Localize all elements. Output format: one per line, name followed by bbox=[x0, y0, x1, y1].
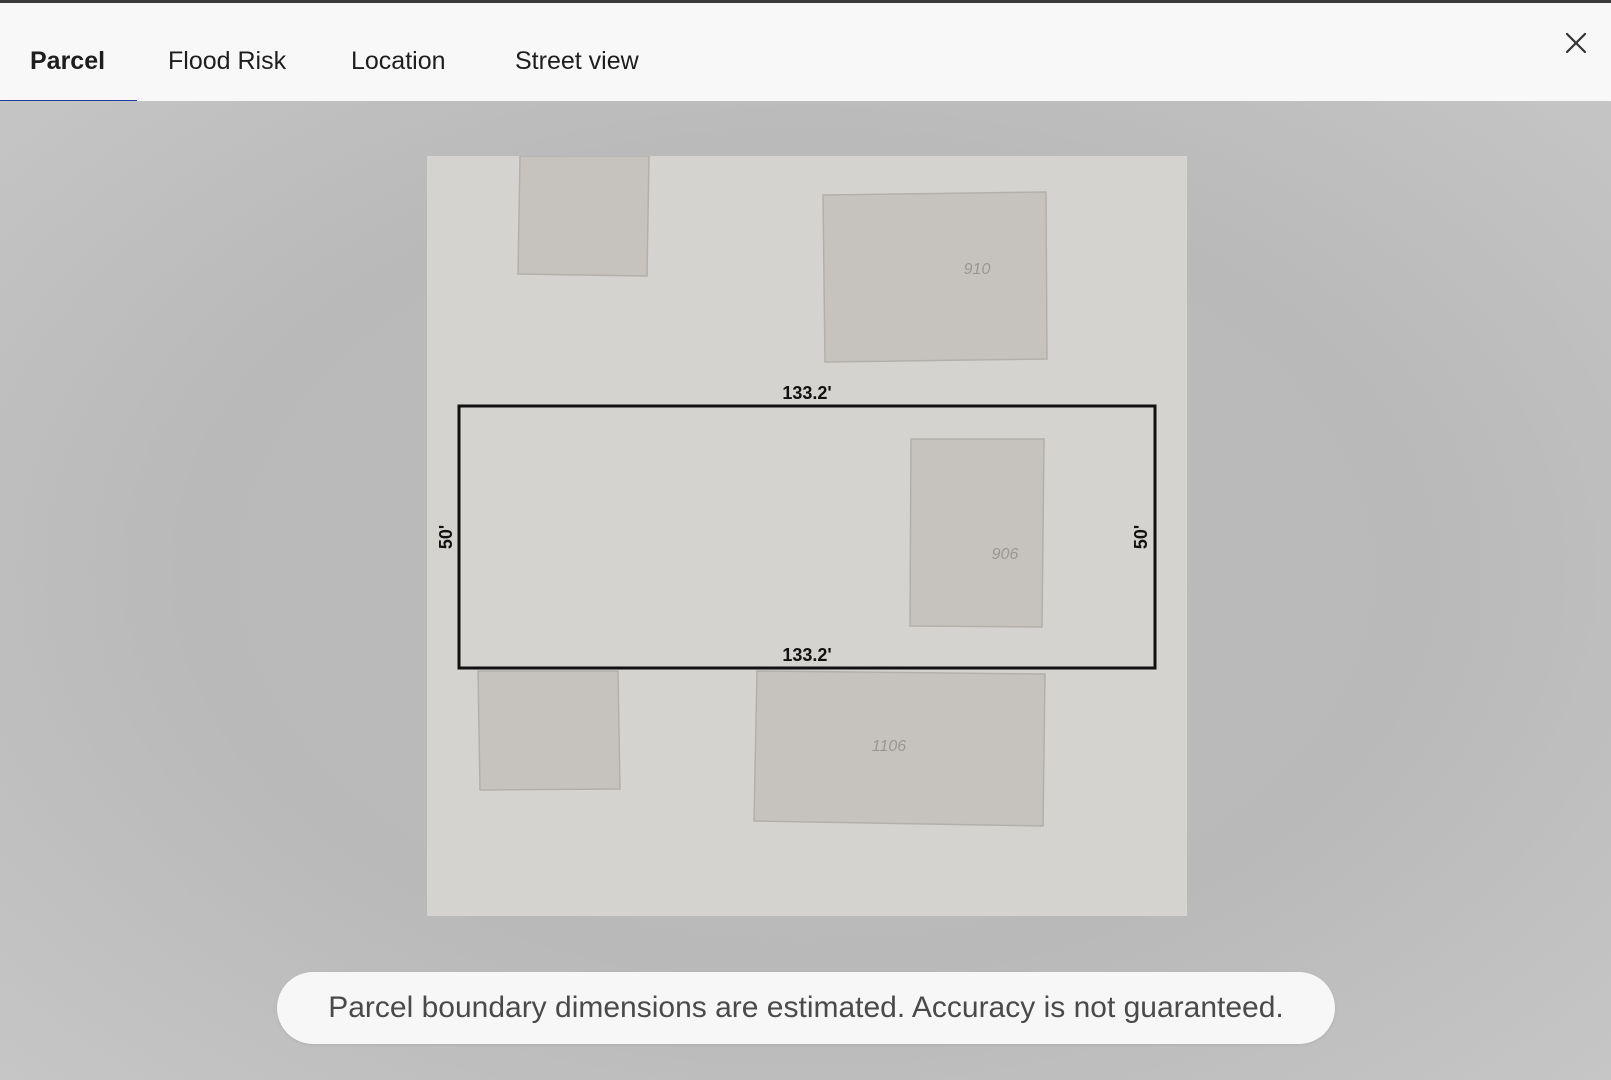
parcel-map-canvas: 910 906 1106 133.2' 133.2' 50' 50' bbox=[436, 156, 1157, 827]
close-button[interactable] bbox=[1558, 25, 1594, 61]
parcel-boundary[interactable] bbox=[457, 404, 1157, 670]
tab-header: Parcel Flood Risk Location Street view bbox=[0, 3, 1611, 104]
close-icon bbox=[1565, 32, 1587, 54]
tab-street-view[interactable]: Street view bbox=[515, 46, 639, 76]
parcel-map[interactable]: 910 906 1106 133.2' 133.2' 50' 50' bbox=[427, 156, 1187, 916]
building-top-left bbox=[517, 156, 650, 277]
disclaimer-banner: Parcel boundary dimensions are estimated… bbox=[277, 972, 1335, 1044]
building-bottom-left bbox=[477, 670, 621, 791]
tab-parcel[interactable]: Parcel bbox=[30, 46, 105, 76]
building-label-906: 906 bbox=[992, 546, 1019, 563]
building-label-910: 910 bbox=[964, 261, 991, 278]
dimension-right: 50' bbox=[1131, 525, 1151, 549]
tab-location[interactable]: Location bbox=[351, 46, 446, 76]
dimension-top: 133.2' bbox=[782, 383, 831, 403]
building-910 bbox=[822, 191, 1048, 363]
building-906 bbox=[909, 438, 1045, 628]
disclaimer-text: Parcel boundary dimensions are estimated… bbox=[328, 991, 1284, 1024]
dimension-bottom: 133.2' bbox=[782, 645, 831, 665]
building-label-1106: 1106 bbox=[872, 738, 907, 755]
dimension-left: 50' bbox=[436, 525, 456, 549]
tab-flood-risk[interactable]: Flood Risk bbox=[168, 46, 286, 76]
